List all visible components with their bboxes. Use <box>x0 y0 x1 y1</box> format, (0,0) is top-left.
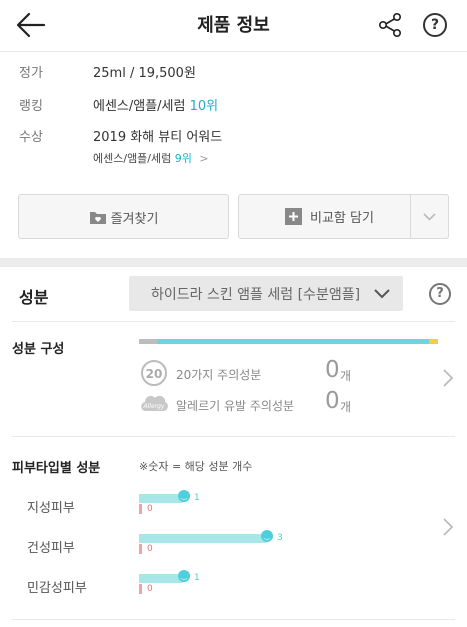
skin-type-title: 피부타입별 성분 <box>12 461 101 476</box>
ranking-value[interactable]: 에센스/앰플/세럼 10위 <box>93 95 218 114</box>
award-rank: 9위 <box>174 152 192 165</box>
positive-bar <box>139 534 269 543</box>
composition-title: 성분 구성 <box>12 342 65 357</box>
dry-skin-label: 건성피부 <box>27 541 75 556</box>
section-divider <box>0 258 467 267</box>
negative-count: 0 <box>147 544 153 554</box>
smile-icon: ‿ <box>178 570 190 582</box>
chevron-right-icon[interactable] <box>442 517 454 537</box>
divider <box>12 321 455 322</box>
allergy-badge: Allergy <box>143 403 165 410</box>
share-icon[interactable] <box>376 11 404 39</box>
price-value: 25ml / 19,500원 <box>93 66 196 81</box>
chevron-right-icon: > <box>199 152 209 165</box>
ranking-category: 에센스/앰플/세럼 <box>93 99 186 114</box>
price-label: 정가 <box>19 66 43 81</box>
composition-segment <box>139 339 157 344</box>
negative-bar <box>139 544 142 554</box>
sensitive-skin-label: 민감성피부 <box>27 581 87 596</box>
plus-square-icon <box>285 208 302 225</box>
ranking-label: 랭킹 <box>19 99 43 114</box>
smile-icon: ‿ <box>178 490 190 502</box>
smile-icon: ‿ <box>261 530 273 542</box>
compare-label: 비교함 담기 <box>310 211 374 226</box>
caution-20-label: 20가지 주의성분 <box>176 368 262 382</box>
selected-product-label: 하이드라 스킨 앰플 세럼 [수분앰플] <box>151 287 361 303</box>
chevron-down-icon[interactable] <box>411 195 448 238</box>
sensitive-skin-bar: ‿ 1 0 <box>139 570 379 598</box>
divider <box>12 619 455 620</box>
add-to-compare-button[interactable]: 비교함 담기 <box>238 194 449 239</box>
help-icon[interactable]: ? <box>423 13 447 37</box>
chevron-down-icon <box>374 289 390 299</box>
caution-20-count: 0 <box>325 357 340 383</box>
award-category: 에센스/앰플/세럼 <box>93 152 172 165</box>
negative-bar <box>139 584 142 594</box>
composition-bar <box>139 339 438 344</box>
chevron-right-icon[interactable] <box>442 368 454 388</box>
caution-20-badge: 20 <box>146 367 163 381</box>
skin-type-note: ※숫자 = 해당 성분 개수 <box>139 460 253 473</box>
allergy-label: 알레르기 유발 주의성분 <box>176 399 295 413</box>
positive-count: 1 <box>194 493 200 503</box>
award-detail-link[interactable]: 에센스/앰플/세럼 9위 > <box>93 150 209 166</box>
award-label: 수상 <box>19 130 43 145</box>
allergy-count: 0 <box>325 388 340 414</box>
composition-segment <box>157 339 429 344</box>
count-unit: 개 <box>340 400 352 414</box>
negative-count: 0 <box>147 504 153 514</box>
negative-count: 0 <box>147 584 153 594</box>
favorite-button[interactable]: 즐겨찾기 <box>18 194 229 239</box>
oily-skin-bar: ‿ 1 0 <box>139 490 379 518</box>
allergy-row: Allergy 알레르기 유발 주의성분 0 개 <box>139 388 379 417</box>
allergy-icon: Allergy <box>141 395 168 411</box>
composition-segment <box>429 339 438 344</box>
caution-20-icon: 20 <box>141 360 167 386</box>
negative-bar <box>139 504 142 514</box>
ranking-position: 10위 <box>189 99 219 114</box>
product-select-dropdown[interactable]: 하이드라 스킨 앰플 세럼 [수분앰플] <box>129 276 403 311</box>
positive-count: 1 <box>194 573 200 583</box>
ingredients-title: 성분 <box>19 288 49 307</box>
positive-count: 3 <box>277 533 283 543</box>
count-unit: 개 <box>340 369 352 383</box>
help-icon[interactable]: ? <box>429 283 451 305</box>
oily-skin-label: 지성피부 <box>27 501 75 516</box>
app-header: 제품 정보 ? <box>0 0 467 52</box>
caution-20-row: 20 20가지 주의성분 0 개 <box>139 357 379 386</box>
divider <box>12 436 455 437</box>
folder-heart-icon <box>89 212 106 224</box>
favorite-label: 즐겨찾기 <box>110 212 159 227</box>
award-value: 2019 화해 뷰티 어워드 <box>93 130 223 145</box>
dry-skin-bar: ‿ 3 0 <box>139 530 379 558</box>
